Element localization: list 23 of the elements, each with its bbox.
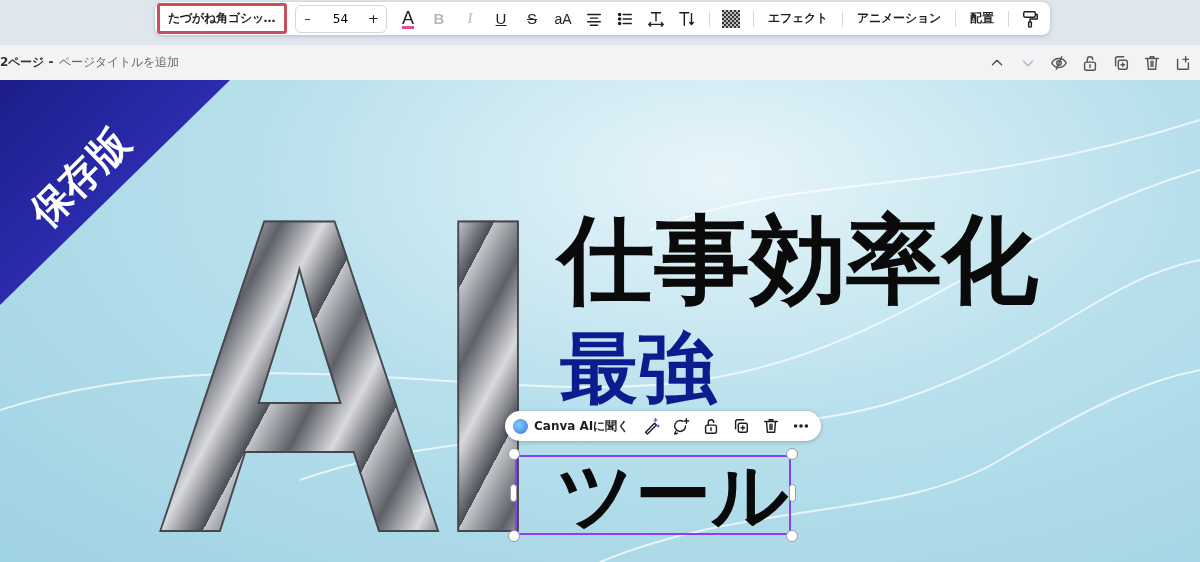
selected-text-frame[interactable]: ツール	[515, 455, 791, 535]
strikethrough-button[interactable]: S	[518, 5, 546, 32]
ask-ai-button[interactable]: Canva AIに聞く	[513, 417, 634, 435]
resize-handle[interactable]	[786, 448, 798, 460]
resize-handle[interactable]	[510, 484, 517, 502]
tool-text: ツール	[557, 457, 789, 533]
resize-handle[interactable]	[508, 530, 520, 542]
accent-text: 最強	[560, 326, 716, 412]
increase-button[interactable]: +	[361, 6, 386, 31]
menu-button[interactable]: エフェクト	[761, 5, 834, 32]
ribbon-text: 保存版	[19, 117, 140, 238]
page-title-field[interactable]: ページタイトルを追加	[58, 54, 179, 71]
resize-handle[interactable]	[789, 484, 796, 502]
page-label: 2ページ -	[0, 54, 54, 71]
menu-button[interactable]: アニメーション	[850, 5, 947, 32]
font-dropdown[interactable]: たづがね角ゴシッ…	[156, 3, 287, 34]
underline-button[interactable]: U	[487, 5, 515, 32]
text-color-button[interactable]: A	[394, 5, 422, 32]
resize-handle[interactable]	[786, 530, 798, 542]
menu-button[interactable]: 配置	[963, 5, 1000, 32]
font-size-value[interactable]: 54	[319, 11, 362, 26]
letter-case-button[interactable]: aA	[549, 5, 577, 32]
decrease-button[interactable]: –	[295, 6, 320, 31]
